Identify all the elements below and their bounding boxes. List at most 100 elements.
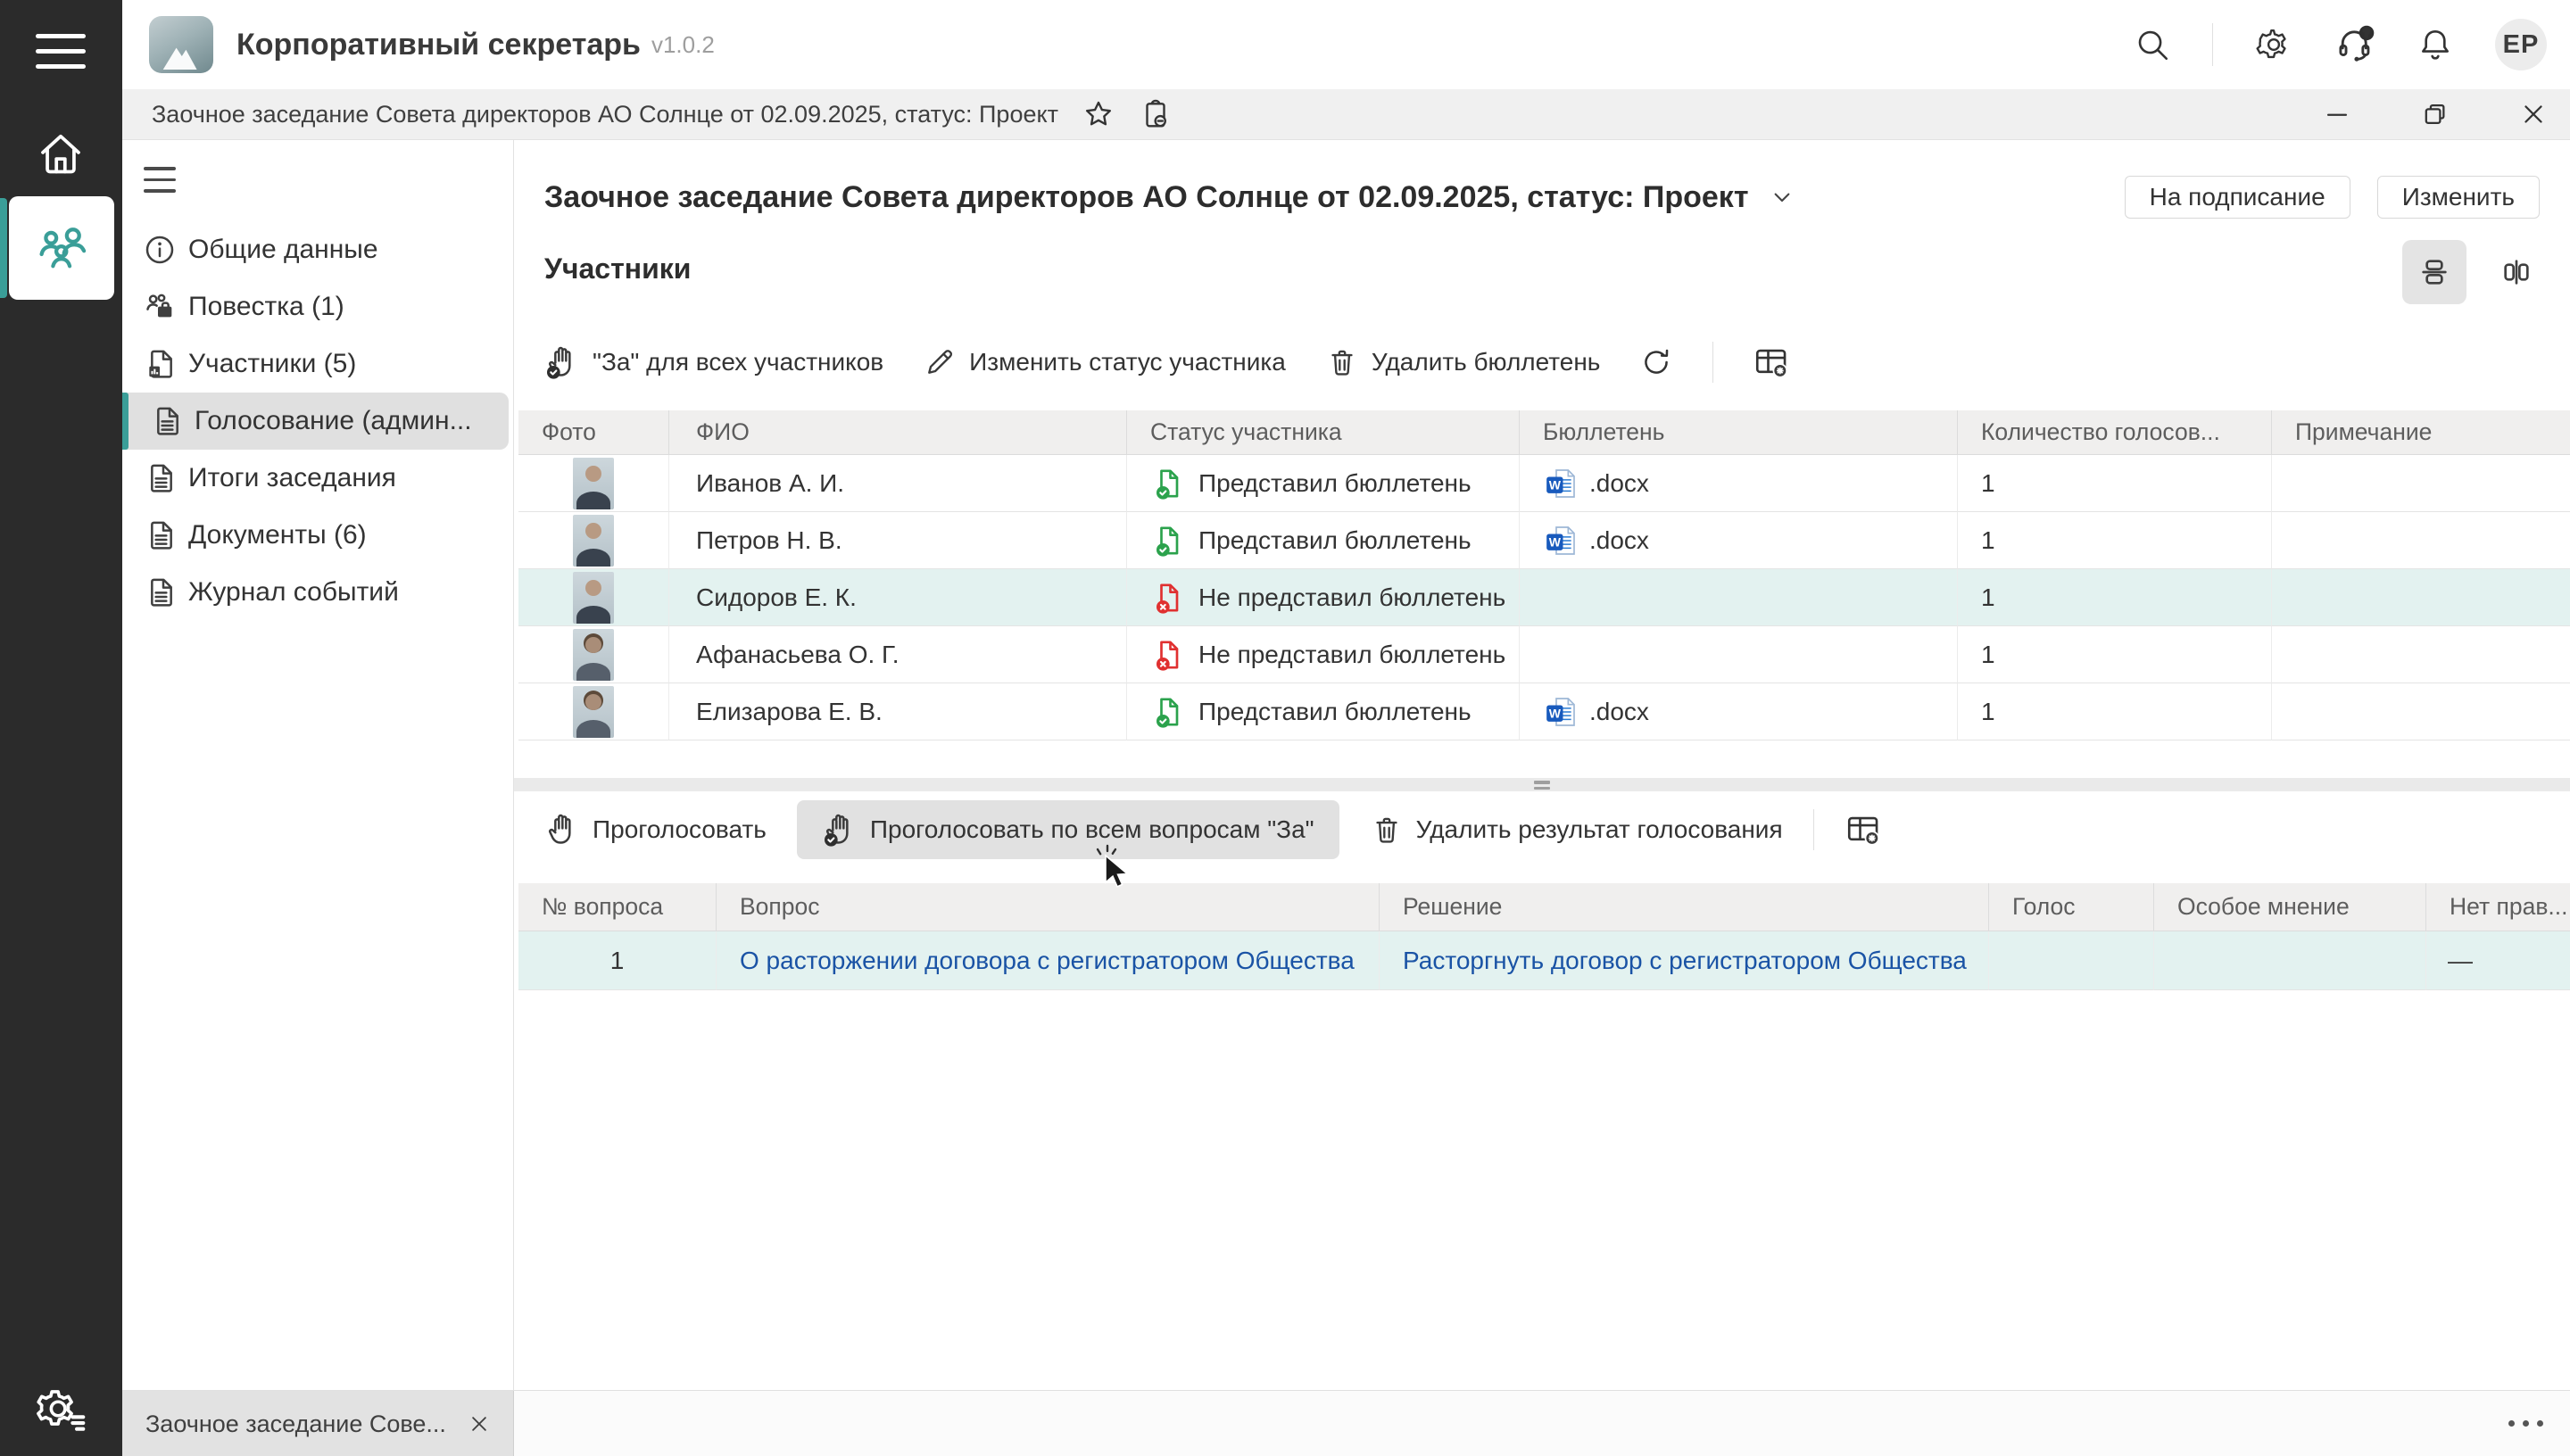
home-icon[interactable] bbox=[32, 125, 89, 182]
window-controls bbox=[2313, 94, 2558, 135]
window-restore-icon[interactable] bbox=[2411, 94, 2459, 135]
col-header-status[interactable]: Статус участника bbox=[1127, 410, 1520, 455]
delete-vote-result-button[interactable]: Удалить результат голосования bbox=[1370, 813, 1783, 847]
col-header-question[interactable]: Вопрос bbox=[717, 883, 1380, 931]
vote-for-all-button[interactable]: "За" для всех участников bbox=[544, 344, 883, 380]
window-close-icon[interactable] bbox=[2509, 94, 2558, 135]
clipboard-status-icon[interactable] bbox=[1139, 97, 1173, 131]
participant-row[interactable]: Сидоров Е. К. Не представил бюллетень 1 bbox=[518, 569, 2570, 626]
col-header-note[interactable]: Примечание bbox=[2272, 410, 2570, 455]
app-version: v1.0.2 bbox=[651, 31, 715, 59]
ballot-file-link[interactable]: W.docx bbox=[1543, 466, 1649, 501]
participant-row[interactable]: Афанасьева О. Г. Не представил бюллетень… bbox=[518, 626, 2570, 683]
send-for-signing-button[interactable]: На подписание bbox=[2125, 176, 2350, 219]
refresh-icon[interactable] bbox=[1639, 345, 1673, 379]
word-file-icon: W bbox=[1543, 694, 1579, 730]
ballot-file-link[interactable]: W.docx bbox=[1543, 694, 1649, 730]
toolbar-divider bbox=[1712, 342, 1713, 383]
col-header-decision[interactable]: Решение bbox=[1380, 883, 1989, 931]
sidebar-item-documents[interactable]: Документы (6) bbox=[122, 507, 513, 564]
header-actions: ? EP bbox=[2134, 19, 2547, 70]
participants-toolbar: "За" для всех участников Изменить статус… bbox=[544, 334, 1790, 391]
voting-table-header: № вопроса Вопрос Решение Голос Особое мн… bbox=[518, 883, 2570, 931]
ballot-status-icon bbox=[1150, 637, 1186, 673]
edit-button[interactable]: Изменить bbox=[2377, 176, 2540, 219]
ballot-file-link[interactable]: W.docx bbox=[1543, 523, 1649, 558]
participant-photo bbox=[573, 572, 614, 624]
rail-item-meeting-participants[interactable] bbox=[9, 196, 114, 300]
collapse-sidebar-icon[interactable] bbox=[144, 167, 176, 193]
app-title: Корпоративный секретарь bbox=[236, 28, 641, 62]
ballot-status-icon bbox=[1150, 694, 1186, 730]
sidebar-item-general[interactable]: Общие данные bbox=[122, 221, 513, 278]
table-settings-icon[interactable] bbox=[1753, 343, 1790, 381]
panel-splitter[interactable] bbox=[514, 778, 2570, 791]
documents-doc-icon bbox=[142, 517, 178, 553]
sidebar-item-results[interactable]: Итоги заседания bbox=[122, 450, 513, 507]
word-file-icon: W bbox=[1543, 466, 1579, 501]
participants-doc-icon bbox=[142, 346, 178, 382]
ballot-status-icon bbox=[1150, 466, 1186, 501]
decision-link[interactable]: Расторгнуть договор с регистратором Обще… bbox=[1403, 947, 1967, 975]
trash-icon bbox=[1325, 345, 1359, 379]
sidebar-item-participants[interactable]: Участники (5) bbox=[122, 335, 513, 393]
vertical-split-view-icon[interactable] bbox=[2484, 240, 2549, 304]
col-header-ballot[interactable]: Бюллетень bbox=[1520, 410, 1958, 455]
delete-ballot-button[interactable]: Удалить бюллетень bbox=[1325, 345, 1601, 379]
sidebar-item-voting[interactable]: Голосование (админ... bbox=[122, 393, 509, 450]
svg-text:W: W bbox=[1549, 477, 1562, 492]
col-header-name[interactable]: ФИО bbox=[669, 410, 1127, 455]
sidebar-item-agenda[interactable]: Повестка (1) bbox=[122, 278, 513, 335]
page-title: Заочное заседание Совета директоров АО С… bbox=[544, 180, 1748, 215]
pencil-icon bbox=[923, 345, 957, 379]
tab-close-icon[interactable] bbox=[466, 1410, 493, 1437]
settings-gear-icon[interactable] bbox=[2254, 25, 2293, 64]
vote-all-yes-button[interactable]: Проголосовать по всем вопросам "За" bbox=[797, 800, 1339, 859]
participants-table-header: Фото ФИО Статус участника Бюллетень Коли… bbox=[518, 410, 2570, 455]
col-header-no-rights[interactable]: Нет прав... bbox=[2426, 883, 2570, 931]
participant-row[interactable]: Елизарова Е. В. Представил бюллетень W.d… bbox=[518, 683, 2570, 740]
search-icon[interactable] bbox=[2134, 26, 2171, 63]
team-icon bbox=[33, 219, 90, 277]
participant-photo bbox=[573, 629, 614, 681]
main-content: Заочное заседание Совета директоров АО С… bbox=[514, 140, 2570, 1390]
voting-toolbar: Проголосовать Проголосовать по всем вопр… bbox=[544, 801, 1882, 858]
voting-table: № вопроса Вопрос Решение Голос Особое мн… bbox=[518, 883, 2570, 990]
top-header: Корпоративный секретарь v1.0.2 bbox=[122, 0, 2570, 89]
col-header-votes[interactable]: Количество голосов... bbox=[1958, 410, 2272, 455]
support-headset-icon[interactable]: ? bbox=[2334, 24, 2375, 65]
user-avatar[interactable]: EP bbox=[2495, 19, 2547, 70]
notifications-bell-icon[interactable] bbox=[2417, 26, 2454, 63]
header-divider bbox=[2212, 23, 2213, 66]
hand-check-icon bbox=[544, 344, 580, 380]
col-header-photo[interactable]: Фото bbox=[518, 410, 669, 455]
participant-row[interactable]: Петров Н. В. Представил бюллетень W.docx… bbox=[518, 512, 2570, 569]
window-minimize-icon[interactable] bbox=[2313, 94, 2361, 135]
participant-row[interactable]: Иванов А. И. Представил бюллетень W.docx… bbox=[518, 455, 2570, 512]
toolbar-divider bbox=[1813, 809, 1814, 850]
change-participant-status-button[interactable]: Изменить статус участника bbox=[923, 345, 1286, 379]
col-header-opinion[interactable]: Особое мнение bbox=[2154, 883, 2426, 931]
chevron-down-icon[interactable] bbox=[1768, 183, 1796, 211]
col-header-vote[interactable]: Голос bbox=[1989, 883, 2154, 931]
hand-icon bbox=[544, 812, 580, 848]
info-icon bbox=[142, 232, 178, 268]
participants-section-title: Участники bbox=[544, 252, 691, 285]
sidebar-item-event-log[interactable]: Журнал событий bbox=[122, 564, 513, 621]
trash-icon bbox=[1370, 813, 1404, 847]
participant-photo bbox=[573, 458, 614, 509]
rail-settings-icon[interactable] bbox=[34, 1381, 89, 1436]
main-menu-icon[interactable] bbox=[36, 34, 86, 79]
col-header-question-number[interactable]: № вопроса bbox=[518, 883, 717, 931]
question-link[interactable]: О расторжении договора с регистратором О… bbox=[740, 947, 1355, 975]
open-document-tab[interactable]: Заочное заседание Сове... bbox=[122, 1391, 514, 1456]
document-tab-title[interactable]: Заочное заседание Совета директоров АО С… bbox=[152, 101, 1058, 128]
voting-row[interactable]: 1 О расторжении договора с регистратором… bbox=[518, 931, 2570, 990]
vote-button[interactable]: Проголосовать bbox=[544, 812, 767, 848]
horizontal-split-view-icon[interactable] bbox=[2402, 240, 2466, 304]
ballot-status-icon bbox=[1150, 580, 1186, 616]
table-settings-icon[interactable] bbox=[1845, 811, 1882, 848]
favorite-star-icon[interactable] bbox=[1082, 97, 1115, 131]
more-options-icon[interactable] bbox=[2508, 1420, 2543, 1427]
app-window: Корпоративный секретарь v1.0.2 bbox=[0, 0, 2570, 1456]
